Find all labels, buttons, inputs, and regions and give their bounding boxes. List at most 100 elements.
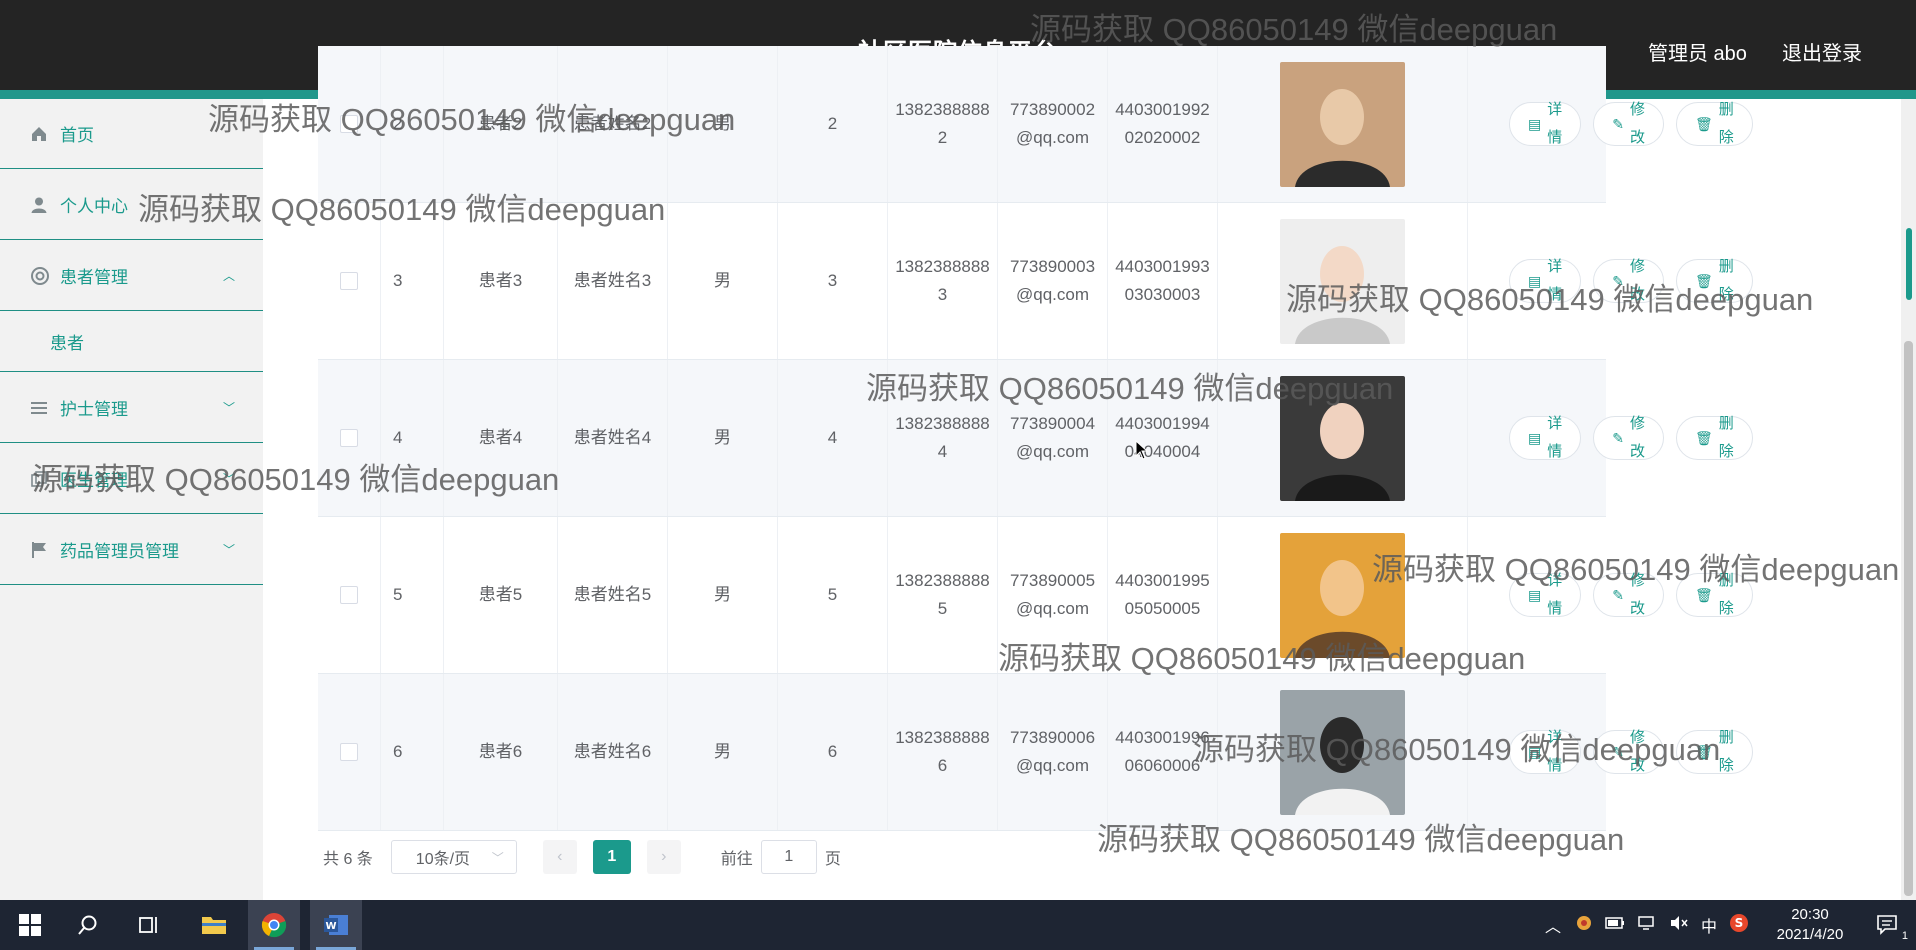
table-row: 4 患者4 患者姓名4 男 4 13823888884 773890004@qq.com 44… bbox=[318, 360, 1753, 517]
sidebar-item-patient-management[interactable]: 患者管理 ︿ bbox=[0, 241, 263, 311]
detail-button-label: 详情 bbox=[1547, 729, 1563, 774]
name-cell: 患者姓名5 bbox=[558, 517, 668, 673]
detail-button-label: 详情 bbox=[1547, 572, 1563, 617]
chrome-button[interactable] bbox=[248, 900, 300, 950]
search-icon bbox=[78, 915, 97, 935]
detail-button[interactable]: ▤ 详情 bbox=[1509, 572, 1582, 617]
chevron-right-icon: › bbox=[661, 848, 667, 865]
page-number-button[interactable]: 1 bbox=[592, 840, 631, 874]
patient-photo bbox=[1280, 532, 1405, 658]
next-page-button[interactable]: › bbox=[646, 840, 681, 874]
sidebar-item-label: 药品管理员管理 bbox=[60, 542, 179, 561]
photo-cell bbox=[1218, 360, 1468, 516]
delete-button[interactable]: 🗑︎ 删除 bbox=[1676, 729, 1753, 774]
row-checkbox[interactable] bbox=[340, 429, 358, 447]
pencil-icon: ✎ bbox=[1612, 273, 1624, 289]
word-button[interactable]: W bbox=[310, 900, 362, 950]
actions-cell: ▤ 详情 ✎ 修改 🗑︎ 删除 bbox=[1468, 46, 1753, 202]
edit-button[interactable]: ✎ 修改 bbox=[1593, 415, 1664, 460]
detail-button[interactable]: ▤ 详情 bbox=[1509, 415, 1582, 460]
name-cell: 患者姓名2 bbox=[558, 46, 668, 202]
gender-cell: 男 bbox=[668, 203, 778, 359]
account-cell: 患者4 bbox=[444, 360, 558, 516]
delete-button[interactable]: 🗑︎ 删除 bbox=[1676, 572, 1753, 617]
file-explorer-button[interactable] bbox=[188, 900, 240, 950]
pencil-icon: ✎ bbox=[1612, 116, 1624, 132]
id-value: 2 bbox=[393, 114, 403, 133]
edit-button-label: 修改 bbox=[1629, 101, 1645, 146]
edit-button[interactable]: ✎ 修改 bbox=[1593, 101, 1664, 146]
task-view-button[interactable] bbox=[122, 900, 174, 950]
chevron-down-icon: ﹀ bbox=[222, 401, 235, 415]
sidebar-item-patients[interactable]: 患者 bbox=[0, 312, 263, 372]
chevron-down-icon: ﹀ bbox=[222, 543, 235, 557]
goto-page-input[interactable] bbox=[760, 840, 817, 874]
checkbox-cell bbox=[318, 674, 381, 830]
clock-date: 2021/4/20 bbox=[1776, 926, 1844, 943]
age-value: 5 bbox=[827, 585, 838, 604]
goto-label: 前往 bbox=[720, 851, 753, 868]
actions-cell: ▤ 详情 ✎ 修改 🗑︎ 删除 bbox=[1468, 517, 1753, 673]
gender-value: 男 bbox=[714, 428, 731, 447]
edit-button[interactable]: ✎ 修改 bbox=[1593, 729, 1664, 774]
trash-icon: 🗑︎ bbox=[1695, 744, 1713, 760]
sidebar-item-home[interactable]: 首页 bbox=[0, 99, 263, 169]
flag-icon bbox=[30, 541, 50, 559]
tray-app-icon[interactable] bbox=[1575, 914, 1593, 937]
idcard-cell: 440300199606060006 bbox=[1108, 674, 1218, 830]
pagination-total: 共 6 条 bbox=[323, 851, 373, 868]
edit-button[interactable]: ✎ 修改 bbox=[1593, 258, 1664, 303]
notification-center-button[interactable]: 1 bbox=[1862, 900, 1914, 950]
sidebar-item-label: 护士管理 bbox=[60, 400, 128, 419]
sogou-ime-icon[interactable]: S bbox=[1729, 913, 1749, 938]
detail-button[interactable]: ▤ 详情 bbox=[1509, 258, 1582, 303]
battery-icon[interactable] bbox=[1605, 916, 1625, 935]
sidebar-item-pharmacist-management[interactable]: 药品管理员管理 ﹀ bbox=[0, 515, 263, 585]
ime-indicator[interactable]: 中 bbox=[1701, 913, 1717, 937]
delete-button-label: 删除 bbox=[1718, 101, 1734, 146]
edit-button[interactable]: ✎ 修改 bbox=[1593, 572, 1664, 617]
age-value: 6 bbox=[827, 742, 838, 761]
actions-cell: ▤ 详情 ✎ 修改 🗑︎ 删除 bbox=[1468, 203, 1753, 359]
edit-button-label: 修改 bbox=[1629, 572, 1645, 617]
sidebar-item-label: 医生管理 bbox=[60, 471, 128, 490]
row-checkbox[interactable] bbox=[340, 586, 358, 604]
row-checkbox[interactable] bbox=[340, 115, 358, 133]
patient-photo bbox=[1280, 375, 1405, 501]
idcard-value: 440300199303030003 bbox=[1115, 257, 1210, 304]
logout-button[interactable]: 退出登录 bbox=[1782, 37, 1862, 66]
phone-value: 13823888886 bbox=[895, 728, 990, 775]
prev-page-button[interactable]: ‹ bbox=[542, 840, 577, 874]
network-icon[interactable] bbox=[1637, 915, 1657, 936]
folder-icon bbox=[202, 917, 226, 934]
patient-photo bbox=[1280, 218, 1405, 344]
taskbar-clock[interactable]: 20:30 2021/4/20 bbox=[1770, 905, 1850, 945]
id-value: 4 bbox=[393, 428, 403, 447]
idcard-cell: 440300199303030003 bbox=[1108, 203, 1218, 359]
detail-button[interactable]: ▤ 详情 bbox=[1509, 101, 1582, 146]
scrollbar-thumb[interactable] bbox=[1904, 341, 1913, 896]
start-button[interactable] bbox=[4, 900, 56, 950]
notification-icon bbox=[1877, 915, 1897, 935]
sidebar-item-profile[interactable]: 个人中心 bbox=[0, 170, 263, 240]
sidebar-item-nurse-management[interactable]: 护士管理 ﹀ bbox=[0, 373, 263, 443]
trash-icon: 🗑︎ bbox=[1695, 273, 1713, 289]
checkbox-cell bbox=[318, 517, 381, 673]
search-button[interactable] bbox=[62, 900, 114, 950]
age-cell: 3 bbox=[778, 203, 888, 359]
system-tray: ︿ 中 S bbox=[1545, 900, 1749, 950]
sidebar-item-doctor-management[interactable]: 医生管理 ﹀ bbox=[0, 444, 263, 514]
table-row: 6 患者6 患者姓名6 男 6 13823888886 773890006@qq.com 44… bbox=[318, 674, 1753, 831]
page-size-select[interactable]: 10条/页 ﹀ bbox=[390, 840, 517, 874]
delete-button[interactable]: 🗑︎ 删除 bbox=[1676, 415, 1753, 460]
chevron-up-icon[interactable]: ︿ bbox=[1545, 913, 1561, 937]
name-value: 患者姓名4 bbox=[573, 428, 652, 447]
detail-button[interactable]: ▤ 详情 bbox=[1509, 729, 1582, 774]
delete-button[interactable]: 🗑︎ 删除 bbox=[1676, 101, 1753, 146]
row-checkbox[interactable] bbox=[340, 743, 358, 761]
volume-mute-icon[interactable] bbox=[1669, 915, 1689, 936]
page-scrollbar[interactable] bbox=[1901, 99, 1916, 900]
row-checkbox[interactable] bbox=[340, 272, 358, 290]
delete-button[interactable]: 🗑︎ 删除 bbox=[1676, 258, 1753, 303]
gender-value: 男 bbox=[714, 742, 731, 761]
